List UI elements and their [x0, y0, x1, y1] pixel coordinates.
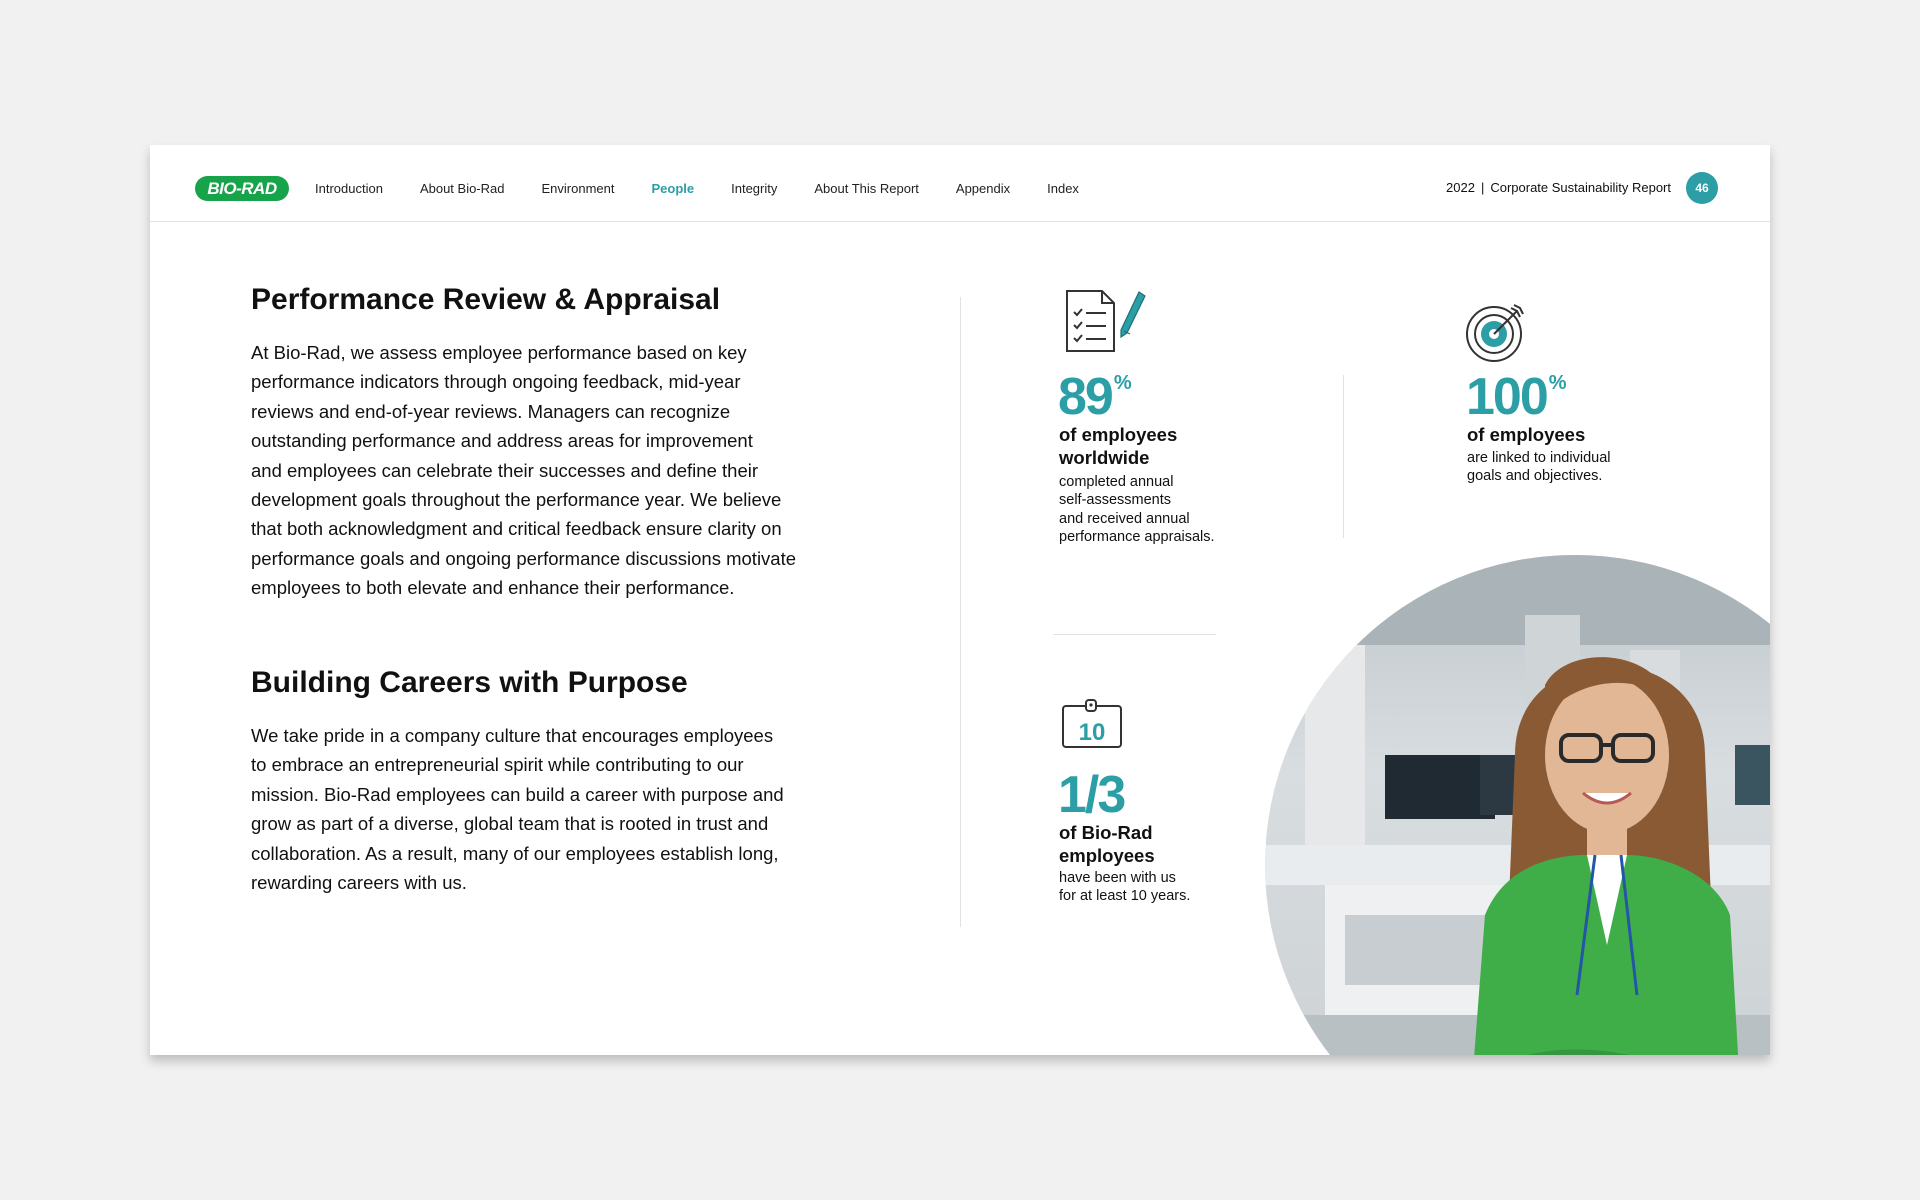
nav-environment[interactable]: Environment	[542, 181, 615, 196]
nav-introduction[interactable]: Introduction	[315, 181, 383, 196]
stat-100-headline: of employees	[1467, 424, 1586, 445]
employee-photo-illustration	[1265, 555, 1770, 1055]
badge-10-text: 10	[1079, 719, 1106, 746]
stat-divider-vertical	[1343, 375, 1344, 538]
stat-89-number: 89%	[1058, 371, 1132, 423]
report-title: 2022 | Corporate Sustainability Report	[1446, 180, 1671, 195]
stat-100-number: 100%	[1466, 371, 1567, 423]
report-year: 2022	[1446, 180, 1475, 195]
column-divider	[960, 297, 961, 927]
stat-one-third-number: 1/3	[1058, 766, 1126, 824]
page-header: BIO-RAD Introduction About Bio-Rad Envir…	[150, 145, 1770, 222]
nav-index[interactable]: Index	[1047, 181, 1079, 196]
careers-body: We take pride in a company culture that …	[251, 725, 784, 894]
target-icon	[1466, 304, 1524, 362]
stat-100-unit: %	[1548, 372, 1567, 394]
performance-body: At Bio-Rad, we assess employee performan…	[251, 342, 797, 599]
stat-100-description: are linked to individual goals and objec…	[1467, 450, 1611, 485]
nav-about-this-report[interactable]: About This Report	[814, 181, 919, 196]
report-name: Corporate Sustainability Report	[1490, 180, 1671, 195]
report-separator: |	[1480, 180, 1485, 195]
main-nav: Introduction About Bio-Rad Environment P…	[315, 181, 1116, 196]
stat-100-value: 100	[1466, 368, 1549, 426]
nav-appendix[interactable]: Appendix	[956, 181, 1010, 196]
employee-photo	[1265, 555, 1770, 1055]
badge-10-icon: 10	[1062, 699, 1122, 748]
nav-about-bio-rad[interactable]: About Bio-Rad	[420, 181, 505, 196]
stat-one-third-description: have been with us for at least 10 years.	[1059, 870, 1191, 905]
performance-title: Performance Review & Appraisal	[251, 283, 721, 316]
report-page: BIO-RAD Introduction About Bio-Rad Envir…	[150, 145, 1770, 1055]
bio-rad-logo[interactable]: BIO-RAD	[195, 176, 289, 201]
stat-divider-horizontal	[1053, 634, 1216, 635]
stat-one-third-headline: of Bio-Rad employees	[1059, 822, 1155, 866]
careers-title: Building Careers with Purpose	[251, 666, 688, 699]
stat-89-headline: of employees worldwide	[1059, 424, 1178, 468]
stat-89-value: 89	[1058, 368, 1114, 426]
checklist-pencil-icon	[1066, 290, 1146, 352]
nav-people[interactable]: People	[651, 181, 694, 196]
nav-integrity[interactable]: Integrity	[731, 181, 777, 196]
stat-89-unit: %	[1113, 372, 1132, 394]
page-number-badge: 46	[1686, 172, 1718, 204]
stat-89-description: completed annual self-assessments and re…	[1059, 474, 1215, 546]
